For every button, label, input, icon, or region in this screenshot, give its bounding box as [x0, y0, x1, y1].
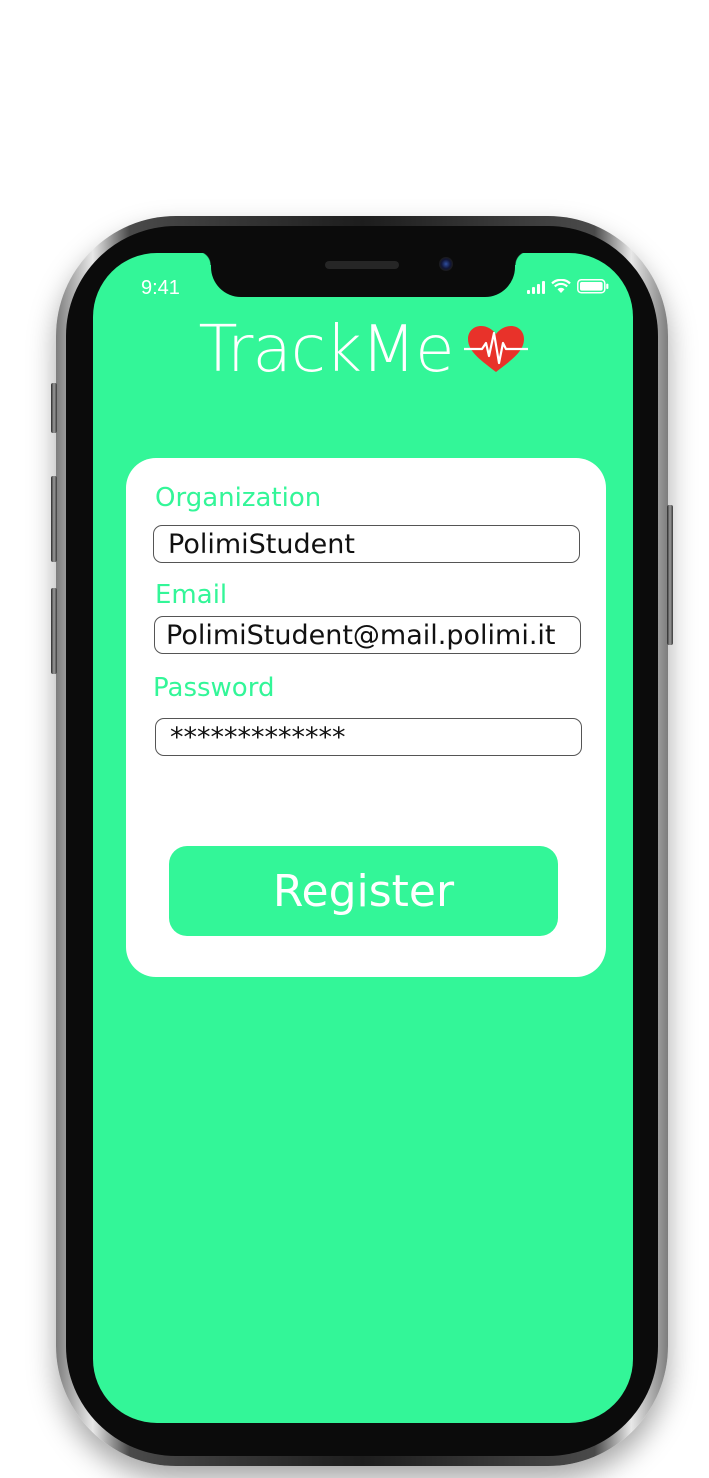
status-icons	[527, 279, 609, 294]
organization-input[interactable]: PolimiStudent	[153, 525, 580, 563]
speaker-grille	[325, 261, 399, 269]
registration-card: Organization PolimiStudent Email PolimiS…	[126, 458, 606, 977]
email-label: Email	[155, 580, 228, 610]
password-label: Password	[153, 673, 275, 703]
front-camera	[439, 257, 453, 271]
app-header: TrackMe	[93, 313, 633, 387]
app-screen: 9:41 TrackMe Organization PolimiStudent …	[93, 253, 633, 1423]
volume-down-button	[51, 588, 57, 674]
password-input[interactable]: *************	[155, 718, 582, 756]
power-button	[667, 505, 673, 645]
register-button[interactable]: Register	[169, 846, 558, 936]
volume-up-button	[51, 476, 57, 562]
app-title: TrackMe	[198, 313, 454, 387]
heart-pulse-icon	[463, 326, 528, 372]
signal-icon	[527, 280, 545, 294]
notch	[197, 253, 529, 297]
organization-label: Organization	[155, 483, 322, 513]
status-time: 9:41	[141, 277, 180, 299]
battery-icon	[577, 279, 609, 294]
email-input[interactable]: PolimiStudent@mail.polimi.it	[154, 616, 581, 654]
wifi-icon	[551, 279, 571, 293]
silent-switch	[51, 383, 57, 433]
